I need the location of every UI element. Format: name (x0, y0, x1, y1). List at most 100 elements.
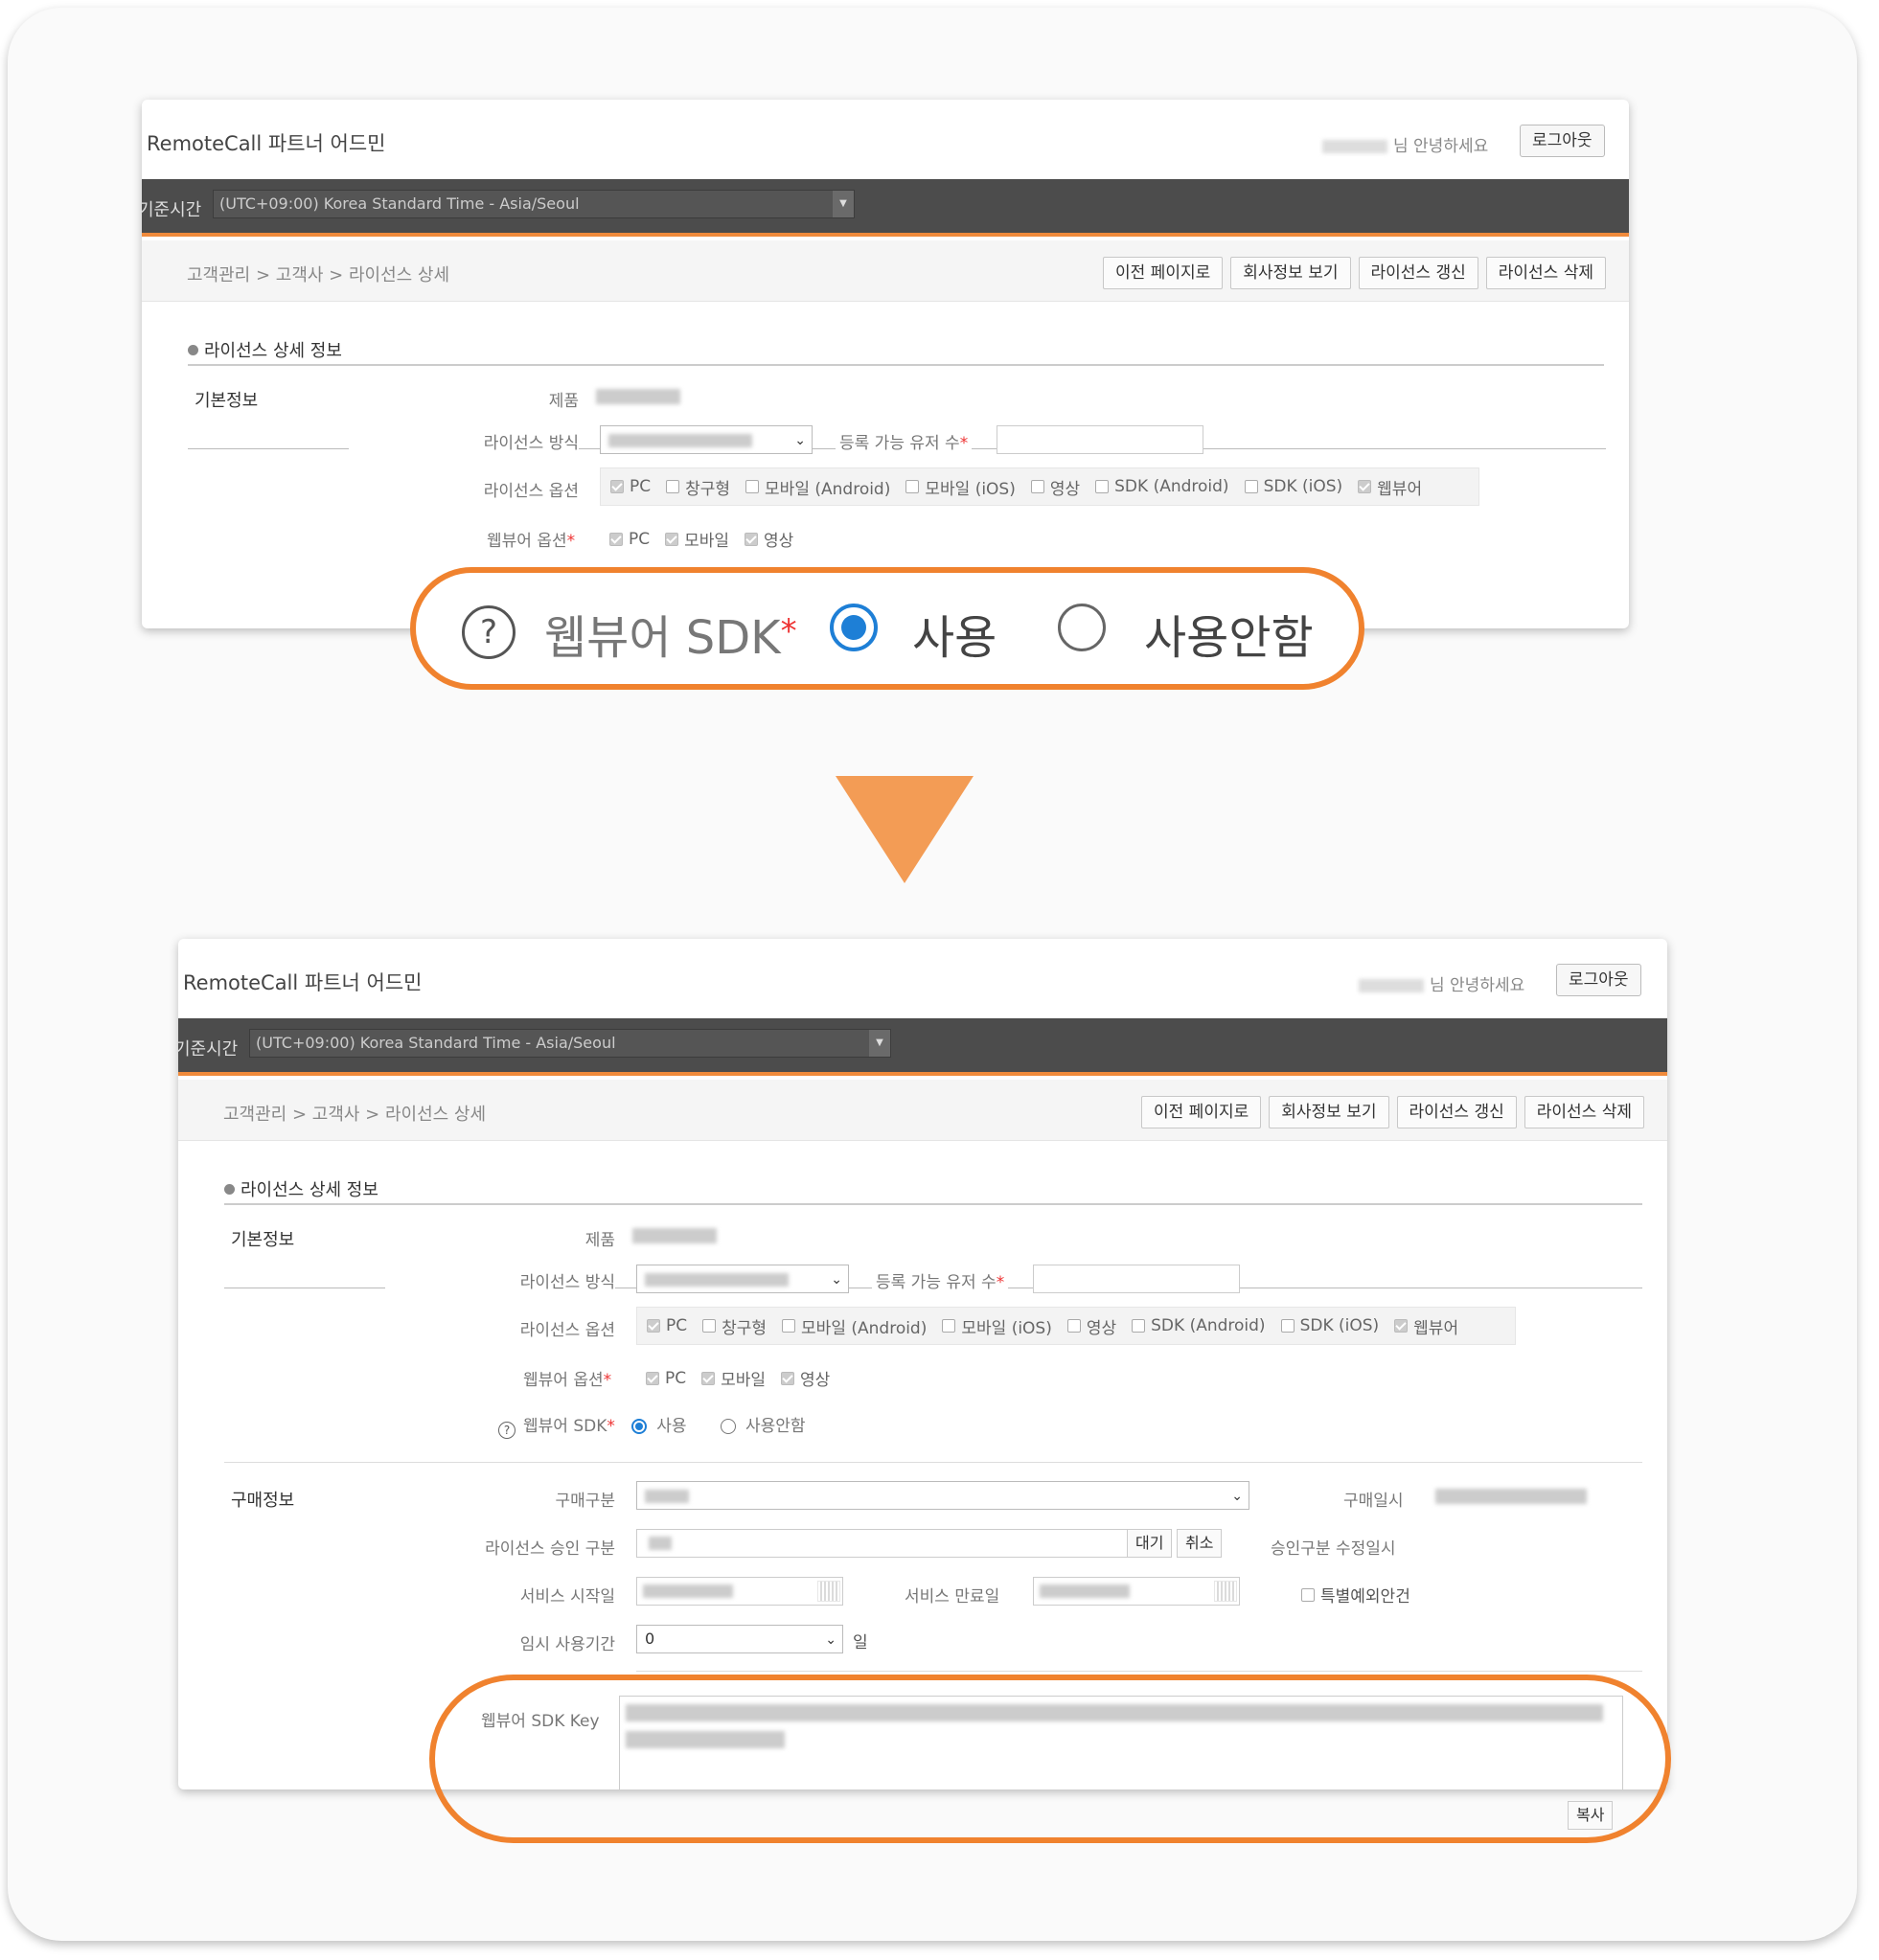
section-title-text: 라이선스 상세 정보 (204, 341, 342, 361)
section-title-text: 라이선스 상세 정보 (241, 1180, 378, 1200)
option-mobile-ios[interactable]: 모바일 (iOS) (942, 1314, 1052, 1338)
option-sdk-android[interactable]: SDK (Android) (1132, 1316, 1266, 1335)
checkbox-icon (1066, 1319, 1081, 1333)
required-mark: * (603, 1371, 612, 1390)
option-counter[interactable]: 창구형 (666, 475, 730, 499)
license-options-label: 라이선스 옵션 (483, 482, 579, 501)
license-method-select[interactable]: ⌄ (600, 425, 813, 454)
sdk-nouse-radio[interactable] (720, 1419, 736, 1434)
option-counter[interactable]: 창구형 (702, 1314, 767, 1338)
basic-group-label: 기본정보 (195, 391, 259, 411)
prev-page-button[interactable]: 이전 페이지로 (1103, 257, 1224, 289)
timezone-bar: 기준시간 (UTC+09:00) Korea Standard Time - A… (178, 1018, 1667, 1076)
basic-group-label: 기본정보 (231, 1230, 295, 1250)
bullet-icon (188, 345, 198, 355)
webviewer-option-pc[interactable]: PC (646, 1369, 686, 1388)
required-mark: * (996, 1273, 1005, 1292)
sdk-use-radio[interactable] (631, 1419, 648, 1434)
option-sdk-android[interactable]: SDK (Android) (1095, 477, 1229, 496)
calendar-icon[interactable] (817, 1581, 840, 1602)
option-video[interactable]: 영상 (1030, 475, 1080, 499)
license-method-select[interactable]: ⌄ (636, 1265, 849, 1293)
cancel-button[interactable]: 취소 (1177, 1529, 1223, 1558)
option-label: PC (666, 1316, 688, 1335)
header: RemoteCall 파트너 어드민 님 안녕하세요 로그아웃 (178, 939, 1667, 1018)
checkbox-icon (942, 1319, 956, 1333)
users-input[interactable] (1033, 1265, 1240, 1293)
timezone-select[interactable]: (UTC+09:00) Korea Standard Time - Asia/S… (249, 1029, 891, 1058)
option-label: 모바일 (684, 532, 730, 551)
timezone-value: (UTC+09:00) Korea Standard Time - Asia/S… (219, 194, 580, 213)
sdk-use-radio[interactable] (830, 604, 878, 651)
webviewer-option-mobile[interactable]: 모바일 (665, 527, 729, 551)
checkbox-icon (1394, 1319, 1409, 1333)
webviewer-option-video[interactable]: 영상 (745, 527, 793, 551)
chevron-down-icon: ⌄ (831, 1272, 842, 1288)
option-mobile-android[interactable]: 모바일 (Android) (782, 1314, 927, 1338)
option-label: SDK (Android) (1151, 1316, 1266, 1335)
purchase-date-label: 구매일시 (1343, 1492, 1404, 1511)
webviewer-options-label-text: 웹뷰어 옵션 (487, 532, 567, 551)
user-name-blurred (1322, 140, 1387, 153)
timezone-value: (UTC+09:00) Korea Standard Time - Asia/S… (256, 1034, 616, 1052)
license-delete-button[interactable]: 라이선스 삭제 (1485, 257, 1606, 289)
option-mobile-android[interactable]: 모바일 (Android) (745, 475, 890, 499)
license-delete-button[interactable]: 라이선스 삭제 (1524, 1096, 1644, 1128)
help-icon[interactable]: ? (462, 605, 516, 659)
approval-input[interactable] (636, 1529, 1129, 1558)
webviewer-sdk-label: 웹뷰어 SDK* (544, 600, 797, 667)
prev-page-button[interactable]: 이전 페이지로 (1141, 1096, 1262, 1128)
timezone-select[interactable]: (UTC+09:00) Korea Standard Time - Asia/S… (213, 190, 855, 218)
user-name-blurred (1359, 979, 1424, 992)
users-input[interactable] (997, 425, 1203, 454)
service-end-input[interactable] (1033, 1577, 1240, 1606)
timezone-bar: 기준시간 (UTC+09:00) Korea Standard Time - A… (142, 179, 1629, 237)
service-end-value-blurred (1040, 1584, 1130, 1598)
service-start-label: 서비스 시작일 (519, 1587, 615, 1607)
option-sdk-ios[interactable]: SDK (iOS) (1244, 477, 1342, 496)
option-webviewer[interactable]: 웹뷰어 (1394, 1314, 1458, 1338)
option-video[interactable]: 영상 (1066, 1314, 1116, 1338)
webviewer-option-mobile[interactable]: 모바일 (701, 1366, 766, 1390)
service-start-input[interactable] (636, 1577, 843, 1606)
option-webviewer[interactable]: 웹뷰어 (1358, 475, 1422, 499)
option-label: 창구형 (722, 1318, 768, 1338)
header: RemoteCall 파트너 어드민 님 안녕하세요 로그아웃 (142, 100, 1629, 179)
sdk-nouse-radio[interactable] (1058, 604, 1106, 651)
license-options-label: 라이선스 옵션 (519, 1321, 615, 1340)
logout-button[interactable]: 로그아웃 (1556, 964, 1641, 996)
checkbox-icon (782, 1319, 796, 1333)
license-method-label: 라이선스 방식 (349, 429, 579, 453)
checkbox-icon (702, 1319, 717, 1333)
product-value-blurred (632, 1228, 717, 1243)
special-exception-label: 특별예외안건 (1320, 1587, 1410, 1607)
webviewer-option-video[interactable]: 영상 (781, 1366, 830, 1390)
checkbox-icon (610, 480, 624, 493)
checkbox-icon (1301, 1587, 1315, 1602)
arrow-down-icon (836, 776, 974, 883)
option-label: 웹뷰어 (1413, 1318, 1459, 1338)
option-mobile-ios[interactable]: 모바일 (iOS) (905, 475, 1016, 499)
license-renew-button[interactable]: 라이선스 갱신 (1396, 1096, 1517, 1128)
option-sdk-ios[interactable]: SDK (iOS) (1280, 1316, 1379, 1335)
help-icon[interactable]: ? (498, 1422, 516, 1439)
checkbox-icon (1132, 1319, 1146, 1333)
option-pc[interactable]: PC (647, 1316, 687, 1335)
section-title: 라이선스 상세 정보 (188, 337, 342, 362)
wait-button[interactable]: 대기 (1127, 1529, 1173, 1558)
option-pc[interactable]: PC (610, 477, 651, 496)
webviewer-option-pc[interactable]: PC (609, 530, 650, 549)
required-mark: * (959, 434, 969, 453)
temp-period-select[interactable]: 0 ⌄ (636, 1625, 843, 1653)
company-info-button[interactable]: 회사정보 보기 (1269, 1096, 1389, 1128)
calendar-icon[interactable] (1214, 1581, 1237, 1602)
special-exception-checkbox[interactable]: 특별예외안건 (1301, 1583, 1410, 1607)
company-info-button[interactable]: 회사정보 보기 (1230, 257, 1351, 289)
license-renew-button[interactable]: 라이선스 갱신 (1358, 257, 1478, 289)
product-value-blurred (596, 389, 680, 404)
chevron-down-icon: ▼ (833, 191, 854, 217)
breadcrumb: 고객관리 > 고객사 > 라이선스 상세 (223, 1105, 487, 1125)
logout-button[interactable]: 로그아웃 (1520, 125, 1605, 157)
purchase-type-select[interactable]: ⌄ (636, 1481, 1249, 1510)
license-method-value-blurred (645, 1272, 789, 1287)
